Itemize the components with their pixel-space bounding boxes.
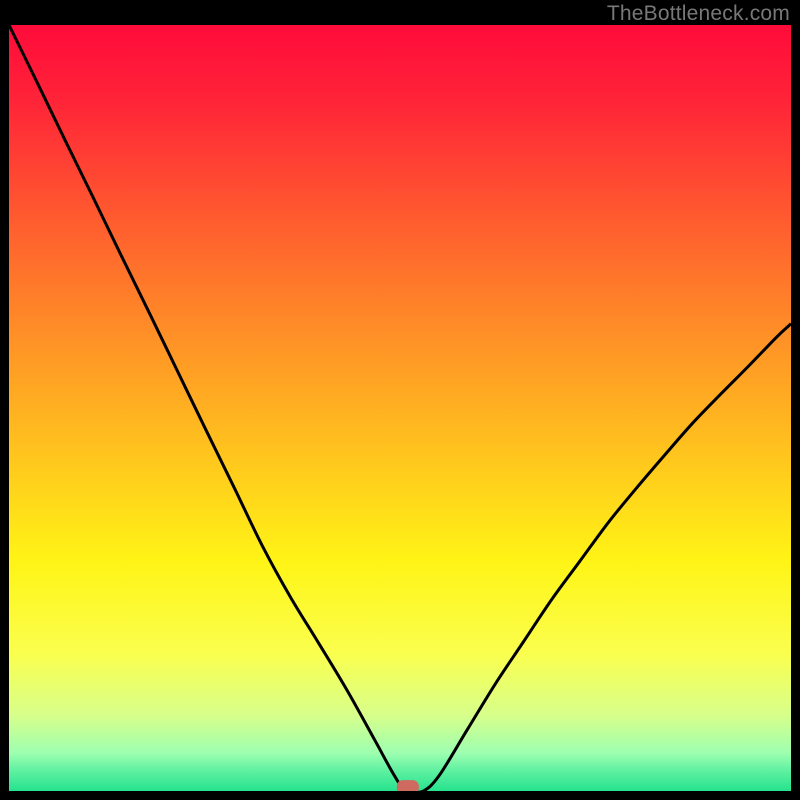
chart-frame — [9, 25, 791, 791]
optimal-point-marker — [397, 780, 419, 791]
gradient-background — [9, 25, 791, 791]
watermark-text: TheBottleneck.com — [607, 2, 790, 26]
bottleneck-chart — [9, 25, 791, 791]
